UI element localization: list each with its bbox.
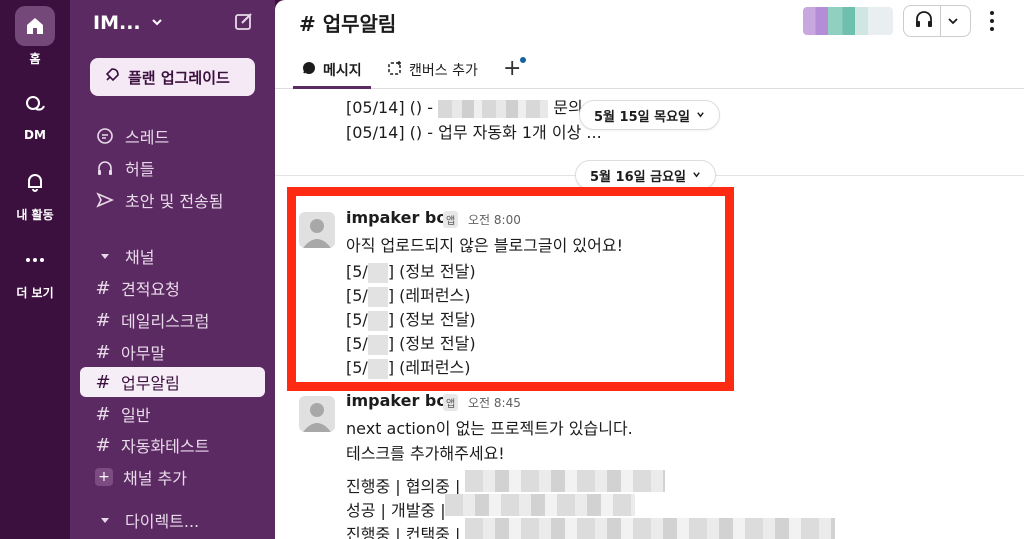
headphones-icon [95,159,115,177]
notification-dot [520,57,526,63]
caret-down-icon [95,514,115,526]
plus-icon: + [95,468,113,486]
tab-messages[interactable]: 메시지 [301,60,362,80]
dm-section-header[interactable]: 다이렉트... [80,505,265,535]
rail-dm[interactable]: DM [0,84,70,142]
upgrade-plan-label: 플랜 업그레이드 [128,68,230,87]
sidebar: IM... 플랜 업그레이드 스레드 허들 초안 및 전송됨 채널 # 견적요청… [70,0,275,539]
sidebar-item-label: 스레드 [125,128,170,147]
sidebar-item-label: 초안 및 전송됨 [125,192,224,211]
caret-down-icon [95,250,115,262]
channels-header-label: 채널 [125,248,155,267]
bell-icon [15,162,55,202]
divider [940,5,941,37]
rail-home[interactable]: 홈 [0,6,70,67]
huddle-button[interactable] [903,5,971,37]
rail-activity-label: 내 활동 [16,208,54,222]
member-avatars[interactable] [803,7,893,35]
rail-home-label: 홈 [29,52,41,66]
sidebar-item-huddles[interactable]: 허들 [80,153,265,183]
sidebar-item-label: 견적요청 [121,280,180,299]
upgrade-plan-button[interactable]: 플랜 업그레이드 [90,58,255,96]
hash-icon: # [95,371,111,393]
date-label: 5월 15일 목요일 [594,109,690,125]
active-tab-indicator [293,86,371,89]
redacted-block [445,494,635,516]
avatar[interactable] [299,396,335,432]
add-tab-icon[interactable]: + [503,56,521,81]
workspace-rail: 홈 DM 내 활동 더 보기 [0,0,70,539]
redacted-block [465,470,665,492]
sidebar-item-label: 일반 [121,406,151,425]
sidebar-item-label: 허들 [125,160,155,179]
highlight-box [287,187,734,391]
threads-icon [95,127,115,145]
tab-canvas-label: 캔버스 추가 [409,63,478,79]
chevron-down-icon [692,168,701,183]
hash-icon: # [95,309,111,331]
rocket-icon [104,67,120,87]
date-label: 5월 16일 금요일 [590,169,686,185]
rail-dm-label: DM [24,128,46,142]
message-text: 테스크를 추가해주세요! [346,444,505,463]
headphones-icon [914,9,934,33]
message-sender[interactable]: impaker bot [346,391,455,410]
send-icon [95,191,115,209]
sidebar-item-channel[interactable]: # 데일리스크럼 [80,305,265,335]
more-options-icon[interactable] [989,10,995,36]
hash-icon: # [95,403,111,425]
sidebar-item-channel[interactable]: # 일반 [80,399,265,429]
redacted-block [438,99,549,118]
hash-icon: # [95,341,111,363]
channel-title[interactable]: # 업무알림 [299,8,396,37]
message-line: [05/14] () - 업무 자동화 1개 이상 ... [346,123,602,142]
rail-more-label: 더 보기 [16,286,54,300]
list-item: 진행중 | 협의중 | [346,477,461,496]
compose-icon[interactable] [233,10,255,36]
sidebar-item-channel[interactable]: # 자동화테스트 [80,430,265,460]
chevron-down-icon[interactable] [150,14,164,33]
canvas-icon [387,60,403,80]
sidebar-item-drafts[interactable]: 초안 및 전송됨 [80,185,265,215]
sidebar-item-channel-active[interactable]: # 업무알림 [80,367,265,397]
message-icon [301,60,317,80]
date-divider-pill[interactable]: 5월 16일 금요일 [575,160,716,190]
more-icon [15,240,55,280]
sidebar-item-threads[interactable]: 스레드 [80,121,265,151]
home-icon [15,6,55,46]
message-text: next action이 없는 프로젝트가 있습니다. [346,419,633,438]
dm-header-label: 다이렉트... [125,512,200,531]
channels-section-header[interactable]: 채널 [80,241,265,271]
chevron-down-icon[interactable] [947,12,959,31]
sidebar-item-label: 자동화테스트 [121,437,210,456]
message-text: [05/14] () - [346,98,434,117]
rail-activity[interactable]: 내 활동 [0,162,70,223]
list-item: 진행중 | 컨택중 | [346,525,461,539]
message-timestamp[interactable]: 오전 8:45 [468,394,521,411]
chevron-down-icon [696,108,705,123]
sidebar-item-label: 업무알림 [121,374,180,393]
date-divider-pill[interactable]: 5월 15일 목요일 [579,100,720,130]
app-badge: 앱 [443,394,459,411]
dm-icon [15,84,55,124]
sidebar-item-label: 데일리스크럼 [121,312,210,331]
add-channel-label: 채널 추가 [123,469,187,488]
sidebar-item-label: 아무말 [121,344,166,363]
workspace-name[interactable]: IM... [93,12,141,34]
tab-messages-label: 메시지 [323,63,362,79]
hash-icon: # [95,277,111,299]
hash-icon: # [95,434,111,456]
sidebar-item-channel[interactable]: # 견적요청 [80,273,265,303]
add-channel-button[interactable]: + 채널 추가 [80,462,265,492]
redacted-block [465,518,835,539]
message-line: [05/14] () - 문의 [346,94,583,118]
channel-tabs: 메시지 캔버스 추가 + [275,54,1024,89]
sidebar-item-channel[interactable]: # 아무말 [80,337,265,367]
list-item: 성공 | 개발중 | [346,501,446,520]
tab-add-canvas[interactable]: 캔버스 추가 [387,60,478,80]
rail-more[interactable]: 더 보기 [0,240,70,301]
